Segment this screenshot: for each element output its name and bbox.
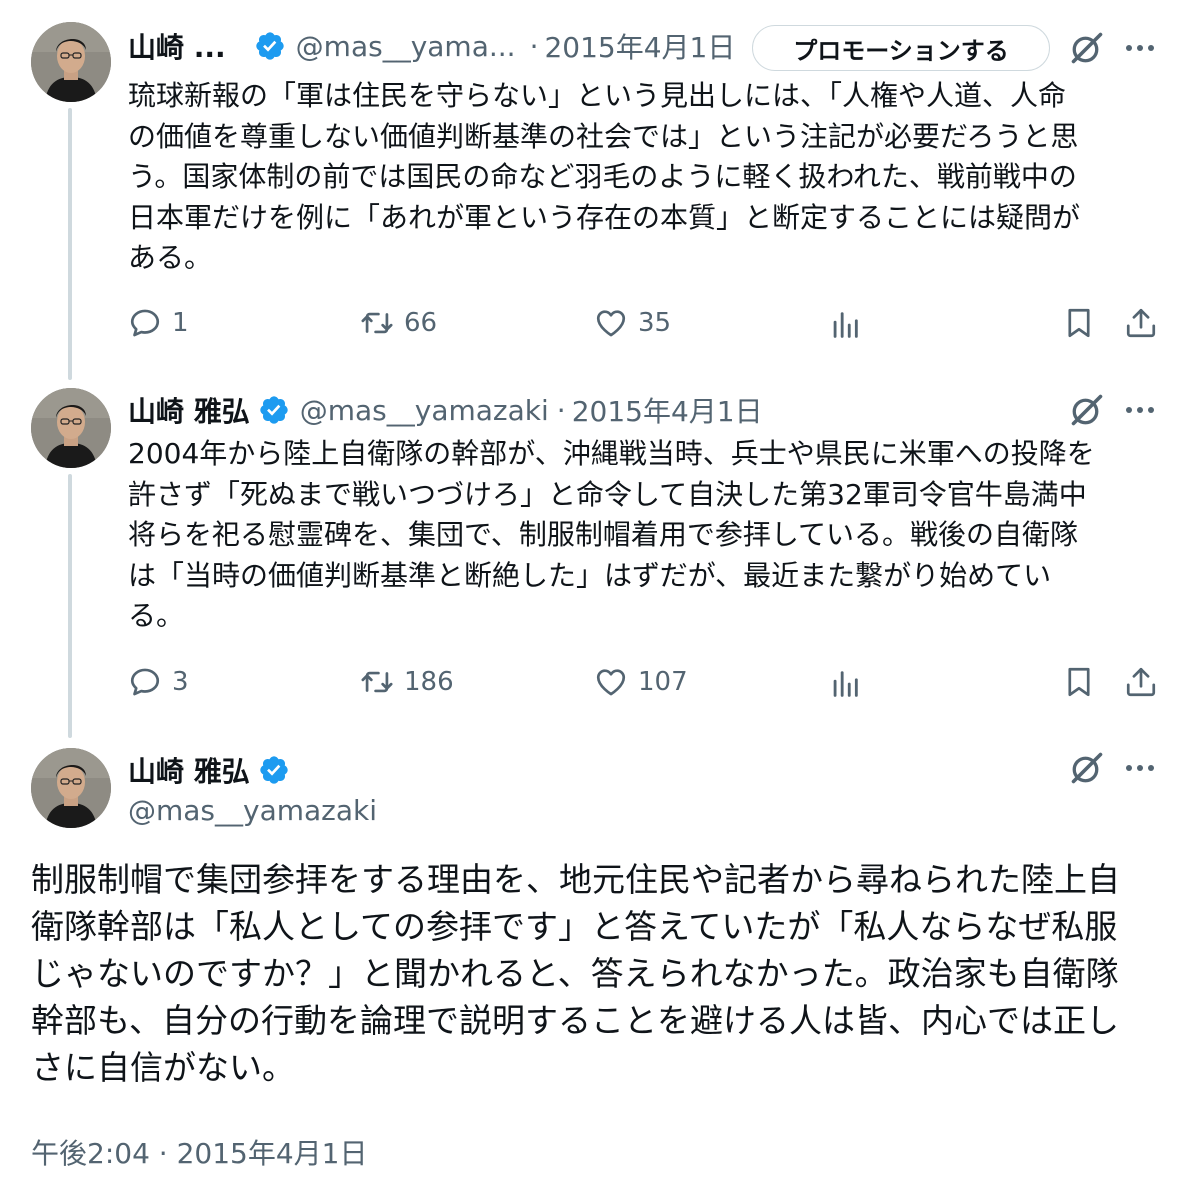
share-button[interactable] bbox=[1124, 665, 1158, 699]
reply-button[interactable]: 3 bbox=[128, 665, 189, 699]
bookmark-icon bbox=[1062, 665, 1096, 699]
tweet-date[interactable]: 2015年4月1日 bbox=[572, 390, 763, 430]
retweet-count: 186 bbox=[404, 667, 454, 697]
views-button[interactable] bbox=[828, 667, 862, 701]
handle-row: @mas__yamazaki bbox=[128, 788, 377, 832]
reply-count: 3 bbox=[172, 667, 189, 697]
grok-icon[interactable] bbox=[1069, 392, 1105, 428]
like-button[interactable]: 35 bbox=[594, 306, 671, 340]
views-icon bbox=[828, 667, 862, 701]
like-count: 35 bbox=[638, 308, 672, 338]
tweet-header: 山崎 雅弘 @mas__yamazaki · 2015年4月1日 bbox=[128, 388, 763, 432]
reply-icon bbox=[128, 665, 162, 699]
author-name[interactable]: 山崎 ... bbox=[128, 26, 226, 66]
bookmark-icon bbox=[1062, 306, 1096, 340]
tweet-header: 山崎 ... @mas__yama... · 2015年4月1日 bbox=[128, 24, 735, 68]
views-button[interactable] bbox=[828, 308, 862, 342]
bookmark-button[interactable] bbox=[1062, 306, 1096, 340]
reply-icon bbox=[128, 306, 162, 340]
more-icon[interactable] bbox=[1122, 750, 1158, 786]
retweet-icon bbox=[360, 665, 394, 699]
avatar[interactable] bbox=[31, 748, 111, 828]
retweet-icon bbox=[360, 306, 394, 340]
avatar[interactable] bbox=[31, 388, 111, 468]
like-icon bbox=[594, 665, 628, 699]
tweet-date[interactable]: 2015年4月1日 bbox=[544, 26, 735, 66]
retweet-count: 66 bbox=[404, 308, 438, 338]
reply-count: 1 bbox=[172, 308, 189, 338]
verified-badge-icon bbox=[258, 394, 290, 426]
author-name[interactable]: 山崎 雅弘 bbox=[128, 390, 250, 430]
share-icon bbox=[1124, 306, 1158, 340]
tweet-header: 山崎 雅弘 bbox=[128, 748, 290, 792]
avatar[interactable] bbox=[31, 22, 111, 102]
promote-button[interactable]: プロモーションする bbox=[752, 25, 1050, 71]
main-tweet-text: 制服制帽で集団参拝をする理由を、地元住民や記者から尋ねられた陸上自 衛隊幹部は「… bbox=[31, 860, 1120, 1087]
thread-line bbox=[68, 108, 72, 380]
author-handle[interactable]: @mas__yamazaki bbox=[300, 394, 549, 427]
separator: · bbox=[529, 29, 539, 63]
separator: · bbox=[556, 393, 566, 427]
retweet-button[interactable]: 66 bbox=[360, 306, 437, 340]
share-icon bbox=[1124, 665, 1158, 699]
retweet-button[interactable]: 186 bbox=[360, 665, 454, 699]
like-count: 107 bbox=[638, 667, 688, 697]
grok-icon[interactable] bbox=[1069, 30, 1105, 66]
bookmark-button[interactable] bbox=[1062, 665, 1096, 699]
grok-icon[interactable] bbox=[1069, 750, 1105, 786]
author-handle[interactable]: @mas__yama... bbox=[296, 30, 516, 63]
author-name[interactable]: 山崎 雅弘 bbox=[128, 750, 250, 790]
more-icon[interactable] bbox=[1122, 392, 1158, 428]
views-icon bbox=[828, 308, 862, 342]
tweet-timestamp[interactable]: 午後2:04 · 2015年4月1日 bbox=[31, 1132, 367, 1172]
verified-badge-icon bbox=[254, 30, 286, 62]
tweet-text: 琉球新報の「軍は住民を守らない」という見出しには、「人権や人道、人命 の価値を尊… bbox=[128, 79, 1081, 274]
more-icon[interactable] bbox=[1122, 30, 1158, 66]
verified-badge-icon bbox=[258, 754, 290, 786]
like-icon bbox=[594, 306, 628, 340]
reply-button[interactable]: 1 bbox=[128, 306, 189, 340]
thread-line bbox=[68, 474, 72, 738]
share-button[interactable] bbox=[1124, 306, 1158, 340]
tweet-text: 2004年から陸上自衛隊の幹部が、沖縄戦当時、兵士や県民に米軍への投降を 許さず… bbox=[128, 437, 1095, 632]
author-handle[interactable]: @mas__yamazaki bbox=[128, 794, 377, 827]
like-button[interactable]: 107 bbox=[594, 665, 688, 699]
